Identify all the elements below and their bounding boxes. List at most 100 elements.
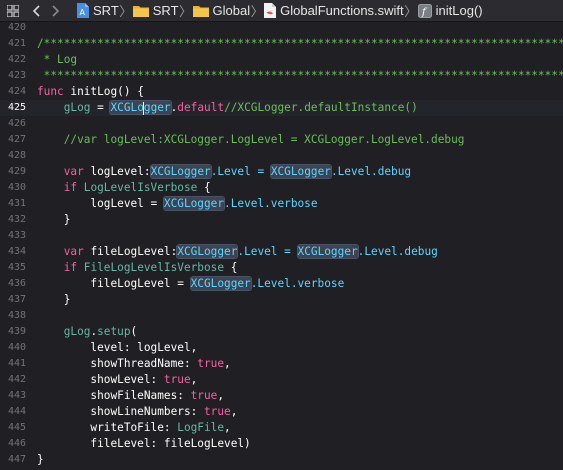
line-number: 439 (7, 326, 26, 337)
line-number: 420 (7, 22, 26, 33)
line-number: 444 (7, 406, 26, 417)
line-number: 426 (7, 118, 26, 129)
code-line[interactable]: 437 } (0, 292, 563, 308)
code-line[interactable]: 426 (0, 116, 563, 132)
code-line[interactable]: 425 gLog = XCGLogger.default//XCGLogger.… (0, 100, 563, 116)
breadcrumb-group-srt[interactable]: SRT (132, 0, 179, 21)
line-number: 430 (7, 182, 26, 193)
line-number: 434 (7, 246, 26, 257)
code-text: if FileLogLevelIsVerbose { (37, 260, 238, 276)
code-line[interactable]: 431 logLevel = XCGLogger.Level.verbose (0, 196, 563, 212)
code-token: .Level.debug (357, 245, 438, 258)
line-number: 447 (7, 454, 26, 465)
code-line[interactable]: 444 showLineNumbers: true, (0, 404, 563, 420)
code-token: .Level = (210, 165, 271, 178)
svg-text:A: A (80, 8, 86, 17)
code-text: showLineNumbers: true, (37, 404, 237, 420)
code-token: .Level.verbose (224, 197, 318, 210)
breadcrumb-project[interactable]: A SRT (76, 0, 119, 21)
code-line[interactable]: 445 writeToFile: LogFile, (0, 420, 563, 436)
code-line[interactable]: 432 } (0, 212, 563, 228)
breadcrumb-file[interactable]: GlobalFunctions.swift (264, 0, 404, 21)
line-number: 429 (7, 166, 26, 177)
breadcrumb-label: initLog() (435, 3, 483, 18)
code-line[interactable]: 428 (0, 148, 563, 164)
chevron-right-icon: 〉 (404, 4, 418, 19)
code-token: , (217, 389, 225, 402)
code-token: XCGLogger (190, 277, 251, 290)
code-token: } (37, 293, 71, 306)
code-line[interactable]: 436 fileLogLevel = XCGLogger.Level.verbo… (0, 276, 563, 292)
breadcrumb-symbol[interactable]: f initLog() (417, 0, 483, 21)
code-line[interactable]: 441 showThreadName: true, (0, 356, 563, 372)
code-line[interactable]: 424 func initLog() { (0, 84, 563, 100)
line-number: 435 (7, 262, 26, 273)
code-line[interactable]: 443 showFileNames: true, (0, 388, 563, 404)
code-token: { (197, 181, 211, 194)
code-token: logLevel = (37, 197, 164, 210)
line-number: 441 (7, 358, 26, 369)
code-token: XCGLo (110, 101, 144, 114)
swift-project-icon: A (76, 3, 89, 18)
code-token: /***************************************… (37, 37, 563, 50)
folder-icon (192, 5, 209, 17)
code-token: showThreadName: (37, 357, 198, 370)
code-line[interactable]: 434 var fileLogLevel:XCGLogger.Level = X… (0, 244, 563, 260)
code-line[interactable]: 433 (0, 228, 563, 244)
code-line[interactable]: 440 level: logLevel, (0, 340, 563, 356)
code-line[interactable]: 435 if FileLogLevelIsVerbose { (0, 260, 563, 276)
code-token: XCGLogger (270, 165, 331, 178)
code-token: XCGLogger (297, 245, 358, 258)
line-number: 443 (7, 390, 26, 401)
code-text: } (37, 452, 44, 468)
line-number: 437 (7, 294, 26, 305)
code-line[interactable]: 422 * Log (0, 52, 563, 68)
breadcrumb-label: SRT (152, 3, 179, 18)
code-line[interactable]: 421 /************************************… (0, 36, 563, 52)
code-line[interactable]: 429 var logLevel:XCGLogger.Level = XCGLo… (0, 164, 563, 180)
code-line[interactable]: 420 (0, 22, 563, 36)
code-token: //XCGLogger.defaultInstance() (224, 101, 418, 114)
swift-file-icon (264, 3, 277, 18)
code-line[interactable]: 439 gLog.setup( (0, 324, 563, 340)
jump-bar: A SRT 〉 SRT 〉 Global 〉 GlobalFunctions.s… (0, 0, 563, 22)
code-text: func initLog() { (37, 84, 144, 100)
symbol-highlight: XCGLogger (110, 101, 171, 115)
code-token: .Level.debug (330, 165, 412, 178)
code-line[interactable]: 430 if LogLevelIsVerbose { (0, 180, 563, 196)
code-token: FileLogLevelIsVerbose (83, 261, 225, 274)
line-number: 428 (7, 150, 26, 161)
code-token: ( (130, 325, 138, 338)
code-line[interactable]: 427 //var logLevel:XCGLogger.LogLevel = … (0, 132, 563, 148)
function-symbol-icon: f (417, 3, 432, 18)
code-token: .Level.verbose (250, 277, 345, 290)
code-token: , (230, 405, 238, 418)
back-arrow-icon[interactable] (26, 0, 46, 21)
forward-arrow-icon[interactable] (46, 0, 66, 21)
grid-icon[interactable] (0, 0, 26, 21)
line-number: 433 (7, 230, 26, 241)
code-line[interactable]: 442 showLevel: true, (0, 372, 563, 388)
code-text: if LogLevelIsVerbose { (37, 180, 211, 196)
folder-icon (132, 5, 149, 17)
code-line[interactable]: 446 fileLevel: fileLogLevel) (0, 436, 563, 452)
code-token: } (37, 453, 44, 466)
source-editor[interactable]: 420 421 /*********************************… (0, 22, 563, 470)
line-number: 421 (7, 38, 26, 49)
code-line[interactable]: 438 (0, 308, 563, 324)
code-token: ****************************************… (37, 69, 563, 82)
code-token: writeToFile: (37, 421, 178, 434)
line-number: 432 (7, 214, 26, 225)
code-token: = (90, 101, 111, 114)
code-line[interactable]: 423 ************************************… (0, 68, 563, 84)
code-line[interactable]: 447} (0, 452, 563, 468)
breadcrumb-group-global[interactable]: Global (192, 0, 250, 21)
code-token: setup (97, 325, 131, 338)
code-token: level: logLevel, (37, 341, 198, 354)
code-token: if (63, 261, 78, 274)
code-token: XCGLogger (150, 165, 211, 178)
code-text: showThreadName: true, (37, 356, 230, 372)
code-token: * Log (37, 53, 78, 66)
line-number: 442 (7, 374, 26, 385)
